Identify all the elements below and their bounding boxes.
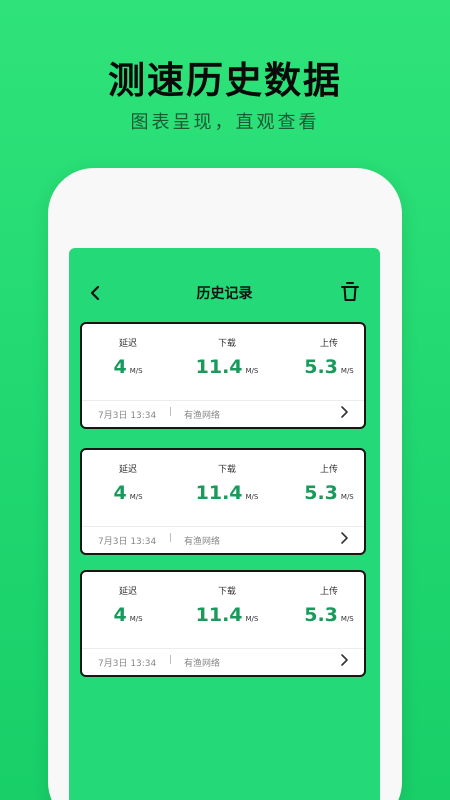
history-record-card[interactable]: 延迟 4 M/S 下载 11.4 M/S 上传 5.3 M/S 7月3日 13:34 … [80, 448, 366, 555]
latency-value: 4 [113, 482, 127, 504]
promo-subtitle: 图表呈现，直观查看 [130, 112, 320, 133]
record-network: 有渔网络 [184, 411, 221, 421]
download-metric: 下载 11.4 M/S [187, 584, 267, 626]
latency-value: 4 [113, 356, 127, 378]
latency-unit: M/S [129, 367, 143, 375]
upload-unit: M/S [340, 367, 354, 375]
footer-separator: | [169, 655, 173, 665]
latency-label: 延迟 [118, 339, 137, 349]
metrics-row: 延迟 4 M/S 下载 11.4 M/S 上传 5.3 M/S [82, 572, 364, 648]
upload-metric: 上传 5.3 M/S [294, 462, 364, 504]
chevron-right-icon[interactable] [338, 653, 350, 667]
download-unit: M/S [245, 493, 259, 501]
record-time: 7月3日 13:34 [98, 411, 157, 421]
trash-icon [341, 282, 359, 301]
download-value: 11.4 [195, 356, 243, 378]
chevron-right-icon[interactable] [338, 405, 350, 419]
upload-unit: M/S [340, 615, 354, 623]
upload-metric: 上传 5.3 M/S [294, 336, 364, 378]
app-screen: 历史记录 延迟 4 M/S 下载 11.4 M/S 上传 5.3 M/S 7月3… [69, 248, 380, 800]
record-time: 7月3日 13:34 [98, 659, 157, 669]
download-metric: 下载 11.4 M/S [187, 462, 267, 504]
record-footer: 7月3日 13:34 | 有渔网络 [98, 653, 354, 672]
upload-unit: M/S [340, 493, 354, 501]
latency-label: 延迟 [118, 587, 137, 597]
footer-separator: | [169, 533, 173, 543]
download-value: 11.4 [195, 604, 243, 626]
download-label: 下载 [217, 465, 236, 475]
latency-metric: 延迟 4 M/S [98, 462, 158, 504]
upload-label: 上传 [319, 339, 338, 349]
upload-label: 上传 [319, 465, 338, 475]
nav-bar: 历史记录 [69, 278, 380, 308]
latency-value: 4 [113, 604, 127, 626]
latency-metric: 延迟 4 M/S [98, 584, 158, 626]
upload-label: 上传 [319, 587, 338, 597]
promo-title: 测速历史数据 [108, 59, 342, 102]
history-record-card[interactable]: 延迟 4 M/S 下载 11.4 M/S 上传 5.3 M/S 7月3日 13:34 … [80, 570, 366, 677]
record-network: 有渔网络 [184, 537, 221, 547]
upload-value: 5.3 [304, 356, 338, 378]
download-label: 下载 [217, 587, 236, 597]
latency-unit: M/S [129, 493, 143, 501]
footer-separator: | [169, 407, 173, 417]
latency-label: 延迟 [118, 465, 137, 475]
card-divider [82, 400, 364, 401]
record-footer: 7月3日 13:34 | 有渔网络 [98, 405, 354, 424]
record-network: 有渔网络 [184, 659, 221, 669]
download-unit: M/S [245, 367, 259, 375]
download-unit: M/S [245, 615, 259, 623]
download-value: 11.4 [195, 482, 243, 504]
upload-metric: 上传 5.3 M/S [294, 584, 364, 626]
metrics-row: 延迟 4 M/S 下载 11.4 M/S 上传 5.3 M/S [82, 324, 364, 400]
history-record-card[interactable]: 延迟 4 M/S 下载 11.4 M/S 上传 5.3 M/S 7月3日 13:34 … [80, 322, 366, 429]
card-divider [82, 526, 364, 527]
record-footer: 7月3日 13:34 | 有渔网络 [98, 531, 354, 550]
delete-button[interactable] [338, 279, 362, 305]
download-label: 下载 [217, 339, 236, 349]
download-metric: 下载 11.4 M/S [187, 336, 267, 378]
page-title: 历史记录 [196, 286, 253, 302]
card-divider [82, 648, 364, 649]
upload-value: 5.3 [304, 482, 338, 504]
upload-value: 5.3 [304, 604, 338, 626]
chevron-right-icon[interactable] [338, 531, 350, 545]
metrics-row: 延迟 4 M/S 下载 11.4 M/S 上传 5.3 M/S [82, 450, 364, 526]
latency-metric: 延迟 4 M/S [98, 336, 158, 378]
latency-unit: M/S [129, 615, 143, 623]
record-time: 7月3日 13:34 [98, 537, 157, 547]
